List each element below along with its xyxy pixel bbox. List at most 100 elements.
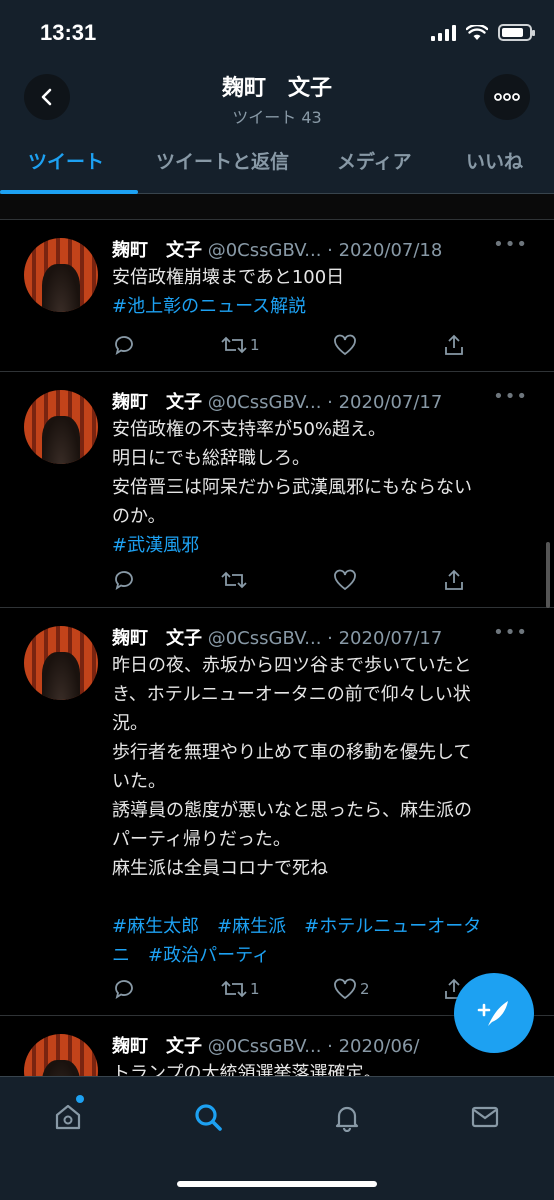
tab-tweets-and-replies[interactable]: ツイートと返信 — [156, 130, 289, 194]
like-count: 2 — [360, 980, 370, 998]
reply-icon — [115, 980, 133, 999]
share-button[interactable] — [442, 330, 466, 360]
more-button[interactable] — [484, 74, 530, 120]
tweet-date: 2020/07/17 — [338, 628, 443, 649]
tweet-line: 安倍政権の不支持率が50%超え。 — [112, 419, 387, 440]
reply-icon — [115, 336, 133, 355]
share-icon — [445, 334, 463, 355]
avatar[interactable] — [24, 626, 98, 700]
retweet-button[interactable]: 1 — [220, 974, 260, 1004]
tweet-actions: 1 — [112, 330, 554, 360]
tweet-author-name: 麹町 文子 — [112, 392, 202, 413]
status-bar: 13:31 — [0, 0, 554, 64]
status-icons — [431, 24, 535, 41]
avatar[interactable] — [24, 1034, 98, 1076]
tweet-actions — [112, 565, 554, 595]
profile-tabs: ツイート ツイートと返信 メディア いいね — [0, 130, 554, 194]
like-button[interactable] — [332, 565, 358, 595]
tweet-item[interactable]: 麹町 文子 @0CssGBV... · 2020/07/17 ••• 安倍政権の… — [0, 372, 554, 608]
signal-icon — [431, 24, 456, 41]
tweet-meta: 麹町 文子 @0CssGBV... · 2020/07/17 — [112, 392, 443, 413]
hashtag-link[interactable]: ニ #政治パーティ — [112, 941, 532, 970]
timeline-spacer — [0, 194, 554, 220]
mail-icon — [471, 1106, 499, 1128]
tweet-date: 2020/06/ — [338, 1036, 420, 1057]
tweet-line: 誘導員の態度が悪いなと思ったら、麻生派の — [112, 800, 472, 821]
tweet-more-icon[interactable]: ••• — [493, 622, 528, 643]
reply-icon — [115, 571, 133, 590]
retweet-icon — [221, 980, 247, 998]
heart-icon — [334, 569, 356, 591]
tweet-more-icon[interactable]: ••• — [493, 386, 528, 407]
nav-notifications[interactable] — [327, 1097, 367, 1137]
nav-messages[interactable] — [465, 1097, 505, 1137]
reply-button[interactable] — [112, 974, 136, 1004]
compose-tweet-button[interactable] — [454, 973, 534, 1053]
tab-tweets[interactable]: ツイート — [28, 130, 104, 194]
tweet-text: 安倍政権の不支持率が50%超え。 明日にでも総辞職しろ。 安倍晋三は阿呆だから武… — [112, 415, 532, 560]
reply-button[interactable] — [112, 565, 136, 595]
tweet-author-handle: @0CssGBV... — [207, 1036, 322, 1057]
like-button[interactable]: 2 — [332, 974, 370, 1004]
hashtag-link[interactable]: #池上彰のニュース解説 — [112, 292, 532, 321]
retweet-icon — [221, 336, 247, 354]
home-indicator — [177, 1181, 377, 1187]
nav-search[interactable] — [188, 1097, 228, 1137]
share-icon — [445, 569, 463, 590]
tweet-line: トランプの大統領選挙落選確定。 — [112, 1063, 382, 1076]
scrollbar[interactable] — [546, 542, 550, 608]
tweet-line: パーティ帰りだった。 — [112, 829, 291, 850]
tweet-line: 麻生派は全員コロナで死ね — [112, 858, 328, 879]
avatar[interactable] — [24, 238, 98, 312]
search-icon — [195, 1104, 222, 1131]
tweet-text: トランプの大統領選挙落選確定。 — [112, 1059, 532, 1076]
battery-icon — [498, 24, 535, 41]
nav-home[interactable] — [48, 1095, 88, 1137]
tweet-author-handle: @0CssGBV... — [207, 392, 322, 413]
retweet-count: 1 — [250, 980, 260, 998]
tweet-line: き、ホテルニューオータニの前で仰々しい状 — [112, 684, 471, 705]
avatar[interactable] — [24, 390, 98, 464]
page-title: 麹町 文子 — [221, 76, 332, 101]
tweet-line: いた。 — [112, 771, 166, 792]
tab-likes[interactable]: いいね — [466, 130, 523, 194]
retweet-icon — [221, 571, 247, 589]
tweet-date: 2020/07/18 — [338, 240, 443, 261]
like-button[interactable] — [332, 330, 358, 360]
tweet-item[interactable]: 麹町 文子 @0CssGBV... · 2020/07/18 ••• 安倍政権崩… — [0, 220, 554, 372]
more-icon — [494, 93, 520, 101]
tweet-more-icon[interactable]: ••• — [493, 234, 528, 255]
reply-button[interactable] — [112, 330, 136, 360]
hashtag-link[interactable]: #麻生太郎 #麻生派 #ホテルニューオータ — [112, 912, 532, 941]
home-icon — [55, 1104, 81, 1130]
tweet-meta: 麹町 文子 @0CssGBV... · 2020/07/18 — [112, 240, 443, 261]
tweet-author-handle: @0CssGBV... — [207, 628, 322, 649]
tab-media[interactable]: メディア — [337, 130, 412, 194]
tweet-text: 安倍政権崩壊まであと100日 #池上彰のニュース解説 — [112, 263, 532, 321]
tweet-line: のか。 — [112, 506, 166, 527]
bell-icon — [335, 1106, 359, 1132]
tweet-line: 安倍晋三は阿呆だから武漢風邪にもならない — [112, 477, 472, 498]
tweet-author-name: 麹町 文子 — [112, 240, 202, 261]
retweet-button[interactable] — [220, 565, 250, 595]
tweet-item[interactable]: 麹町 文子 @0CssGBV... · 2020/07/17 ••• 昨日の夜、… — [0, 608, 554, 1016]
tweet-text: 昨日の夜、赤坂から四ツ谷まで歩いていたと き、ホテルニューオータニの前で仰々しい… — [112, 651, 532, 970]
hashtag-link[interactable]: #武漢風邪 — [112, 531, 532, 560]
compose-icon — [477, 1001, 508, 1026]
tweet-line: 安倍政権崩壊まであと100日 — [112, 267, 345, 288]
tweet-author-name: 麹町 文子 — [112, 628, 202, 649]
notification-dot — [76, 1095, 84, 1103]
retweet-button[interactable]: 1 — [220, 330, 260, 360]
tweet-author-name: 麹町 文子 — [112, 1036, 202, 1057]
heart-icon — [334, 334, 356, 356]
tweet-meta: 麹町 文子 @0CssGBV... · 2020/07/17 — [112, 628, 443, 649]
tweet-line: 況。 — [112, 713, 148, 734]
tweet-count: ツイート 43 — [232, 108, 322, 127]
tweet-line: 昨日の夜、赤坂から四ツ谷まで歩いていたと — [112, 655, 472, 676]
tweet-line: 歩行者を無理やり止めて車の移動を優先して — [112, 742, 472, 763]
retweet-count: 1 — [250, 336, 260, 354]
header-title-block: 麹町 文子 ツイート 43 — [0, 70, 554, 128]
wifi-icon — [466, 24, 488, 40]
tweet-line: 明日にでも総辞職しろ。 — [112, 448, 310, 469]
share-button[interactable] — [442, 565, 466, 595]
